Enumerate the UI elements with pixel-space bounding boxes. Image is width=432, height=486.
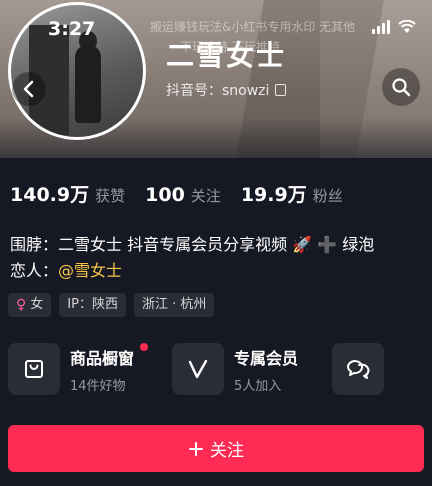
stat-following-label: 关注 <box>190 187 221 205</box>
back-button[interactable] <box>12 72 46 106</box>
profile-bio: 围脖：二雪女士 抖音专属会员分享视频 🚀 ➕ 绿泡 恋人：@雪女士 <box>10 232 374 284</box>
bio-lover-label: 恋人： <box>10 261 59 280</box>
shopping-bag-icon <box>8 343 60 395</box>
plus-icon <box>189 441 203 456</box>
profile-stats: 140.9万 获赞 100 关注 19.9万 粉丝 <box>10 180 343 207</box>
female-icon: ♀ <box>16 297 27 313</box>
stat-likes[interactable]: 140.9万 获赞 <box>10 180 125 207</box>
douyin-id[interactable]: 抖音号：snowzi <box>166 80 287 100</box>
chevron-left-icon <box>23 80 34 98</box>
search-icon <box>392 78 411 97</box>
douyin-id-text: 抖音号：snowzi <box>166 83 270 99</box>
stat-followers-num: 19.9万 <box>240 184 307 206</box>
shop-window-title: 商品橱窗 <box>70 348 135 368</box>
status-time: 3:27 <box>48 18 96 40</box>
tag-gender-text: 女 <box>30 297 44 312</box>
chat-bubbles-icon <box>332 343 385 395</box>
member-entry[interactable]: 专属会员 5人加入 <box>172 343 298 395</box>
notification-dot <box>140 342 149 351</box>
tag-gender: ♀ 女 <box>8 293 52 317</box>
shop-window-subtitle: 14件好物 <box>70 378 126 394</box>
stat-likes-label: 获赞 <box>95 187 126 205</box>
stat-following[interactable]: 100 关注 <box>145 184 221 206</box>
stat-following-num: 100 <box>145 184 185 206</box>
stat-followers[interactable]: 19.9万 粉丝 <box>241 180 343 207</box>
feature-row: 商品橱窗 14件好物 专属会员 5人加入 <box>8 342 385 395</box>
member-subtitle: 5人加入 <box>234 378 282 394</box>
bio-line2: 恋人：@雪女士 <box>10 258 374 284</box>
tag-ip-text: IP：陕西 <box>67 297 118 312</box>
follow-button-label: 关注 <box>210 441 244 461</box>
signal-icon <box>372 20 390 34</box>
tag-ip: IP：陕西 <box>59 293 126 317</box>
wifi-icon <box>398 20 416 33</box>
v-member-icon <box>172 343 225 395</box>
shop-window-entry[interactable]: 商品橱窗 14件好物 <box>8 342 149 395</box>
tag-location: 浙江 · 杭州 <box>133 293 215 317</box>
profile-tags: ♀ 女 IP：陕西 浙江 · 杭州 <box>8 293 215 317</box>
bio-mention-link[interactable]: @雪女士 <box>58 261 122 280</box>
stat-followers-label: 粉丝 <box>312 187 343 205</box>
follow-button[interactable]: 关注 <box>8 425 424 472</box>
member-title: 专属会员 <box>234 348 299 368</box>
tag-location-text: 浙江 · 杭州 <box>141 297 207 312</box>
group-chat-entry[interactable] <box>332 343 385 395</box>
banner-watermark-line1: 搬运赚钱玩法&小红书专用水印 无其他 <box>150 20 356 34</box>
search-button[interactable] <box>382 68 420 106</box>
copy-icon[interactable] <box>275 84 287 96</box>
status-icons <box>372 20 416 34</box>
profile-nickname: 二雪女士 <box>166 39 287 72</box>
stat-likes-num: 140.9万 <box>10 184 90 206</box>
bio-line1: 围脖：二雪女士 抖音专属会员分享视频 🚀 ➕ 绿泡 <box>10 235 375 254</box>
